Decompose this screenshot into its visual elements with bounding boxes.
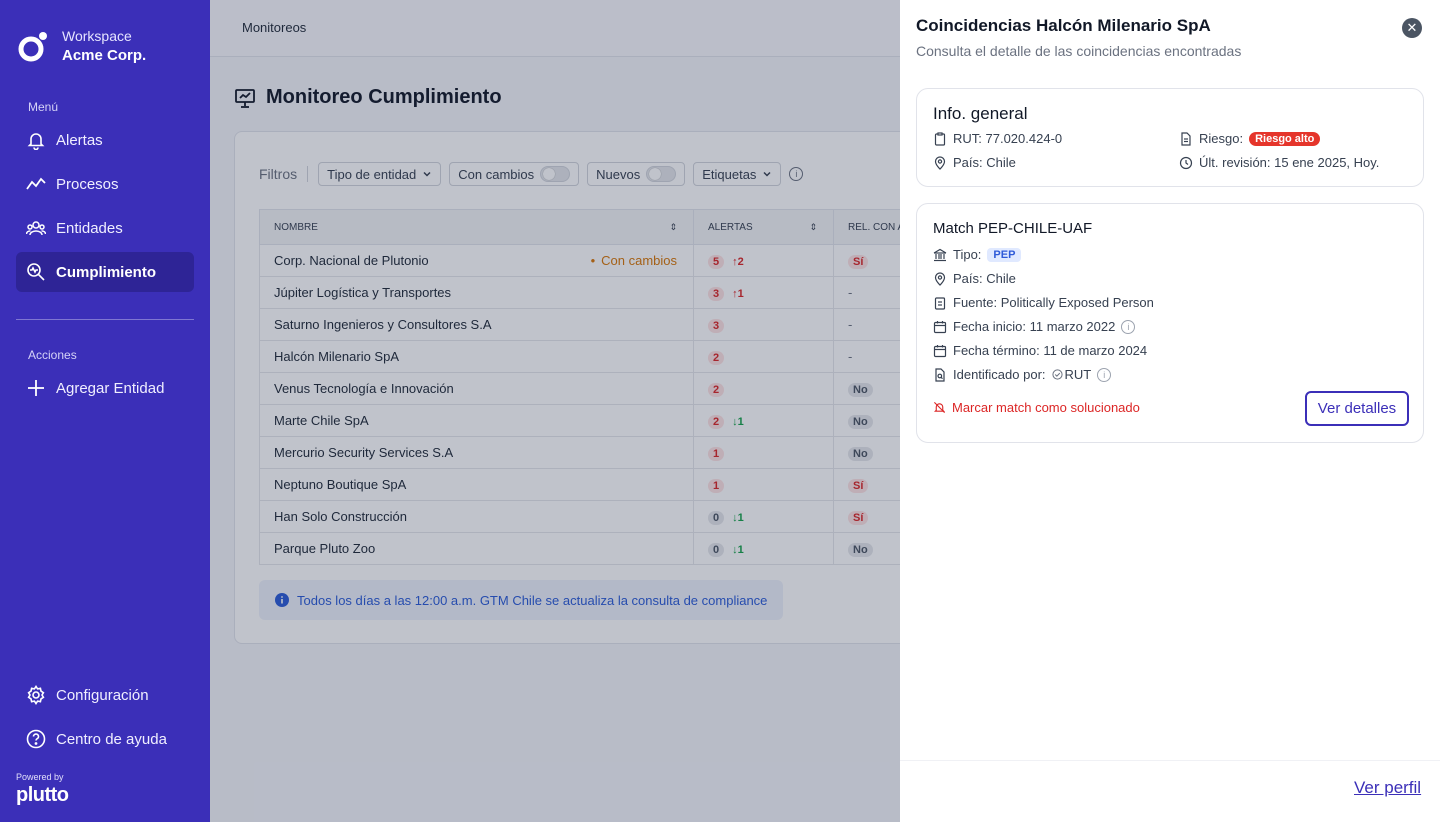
source-row: Fuente: Politically Exposed Person <box>933 295 1154 310</box>
panel-subtitle: Consulta el detalle de las coincidencias… <box>916 43 1242 59</box>
view-details-button[interactable]: Ver detalles <box>1305 391 1409 426</box>
end-date-text: Fecha término: 11 de marzo 2024 <box>953 343 1148 358</box>
plus-icon <box>28 380 44 396</box>
source-text: Fuente: Politically Exposed Person <box>953 295 1154 310</box>
document-search-icon <box>935 367 945 382</box>
help-icon <box>26 729 46 749</box>
matches-panel: Coincidencias Halcón Milenario SpA Consu… <box>900 0 1440 822</box>
menu-section-label: Menú <box>28 100 59 114</box>
identified-value: RUT <box>1064 367 1092 382</box>
bell-off-icon <box>933 401 946 414</box>
sidebar-item-alertas[interactable]: Alertas <box>16 120 194 160</box>
sidebar-item-entidades[interactable]: Entidades <box>16 208 194 248</box>
pep-badge: PEP <box>987 247 1022 262</box>
match-country-row: País: Chile <box>933 271 1016 286</box>
clock-icon <box>1179 156 1193 169</box>
start-date-row: Fecha inicio: 11 marzo 2022 i <box>933 319 1136 334</box>
config-label: Configuración <box>56 686 149 704</box>
sidebar-item-procesos[interactable]: Procesos <box>16 164 194 204</box>
add-entity-label: Agregar Entidad <box>56 379 165 397</box>
users-icon <box>26 221 46 236</box>
last-review-row: Últ. revisión: 15 ene 2025, Hoy. <box>1179 155 1379 170</box>
country-text: País: Chile <box>953 155 1016 170</box>
add-entity-button[interactable]: Agregar Entidad <box>16 368 194 408</box>
calendar-icon <box>933 320 947 333</box>
clipboard-icon <box>934 131 946 146</box>
type-label: Tipo: <box>953 247 982 262</box>
workspace-name: Acme Corp. <box>62 47 147 64</box>
rut-text: RUT: 77.020.424-0 <box>953 131 1063 146</box>
info-icon[interactable]: i <box>1097 367 1112 382</box>
sidebar-item-label: Entidades <box>56 219 123 237</box>
powered-by-label: Powered by <box>16 772 64 782</box>
gear-icon <box>27 685 45 705</box>
match-country-text: País: Chile <box>953 271 1016 286</box>
match-title: Match PEP-CHILE-UAF <box>933 220 1093 237</box>
end-date-row: Fecha término: 11 de marzo 2024 <box>933 343 1147 358</box>
sidebar-item-cumplimiento[interactable]: Cumplimiento <box>16 252 194 292</box>
brand-logo: plutto <box>16 784 69 806</box>
panel-footer-divider <box>900 760 1440 761</box>
clipboard-list-icon <box>934 296 946 310</box>
start-date-text: Fecha inicio: 11 marzo 2022 <box>953 319 1116 334</box>
view-profile-link[interactable]: Ver perfil <box>1354 778 1421 798</box>
risk-row: Riesgo: Riesgo alto <box>1179 131 1321 146</box>
type-row: Tipo: PEP <box>933 247 1022 262</box>
workspace-logo-icon <box>18 29 48 63</box>
mark-solved-button[interactable]: Marcar match como solucionado <box>933 400 1140 415</box>
panel-title: Coincidencias Halcón Milenario SpA <box>916 16 1211 35</box>
location-pin-icon <box>934 271 946 286</box>
sidebar: Workspace Acme Corp. Menú Alertas Proces… <box>0 0 210 822</box>
sidebar-item-help[interactable]: Centro de ayuda <box>16 719 194 759</box>
location-pin-icon <box>934 155 946 170</box>
help-label: Centro de ayuda <box>56 730 167 748</box>
last-review-text: Últ. revisión: 15 ene 2025, Hoy. <box>1199 155 1380 170</box>
country-row: País: Chile <box>933 155 1016 170</box>
sidebar-item-label: Alertas <box>56 131 103 149</box>
general-info-card: Info. general RUT: 77.020.424-0 País: Ch… <box>916 88 1424 187</box>
bell-icon <box>27 133 45 150</box>
close-icon[interactable]: ✕ <box>1402 18 1422 38</box>
sidebar-divider <box>16 319 194 320</box>
actions-section-label: Acciones <box>28 348 77 362</box>
info-icon[interactable]: i <box>1121 319 1136 334</box>
risk-badge: Riesgo alto <box>1249 131 1321 146</box>
general-info-title: Info. general <box>933 104 1028 123</box>
document-icon <box>1181 131 1191 146</box>
trend-icon <box>26 177 46 190</box>
workspace-label: Workspace <box>62 28 132 44</box>
match-card: Match PEP-CHILE-UAF Tipo: PEP País: Chil… <box>916 203 1424 443</box>
identified-row: Identificado por: RUT i <box>933 367 1112 382</box>
compliance-icon <box>27 263 45 281</box>
bank-icon <box>933 248 947 261</box>
identified-label: Identificado por: <box>953 367 1046 382</box>
workspace-switcher[interactable]: Workspace Acme Corp. <box>18 26 146 66</box>
check-circle-icon <box>1051 369 1063 380</box>
rut-row: RUT: 77.020.424-0 <box>933 131 1062 146</box>
sidebar-item-label: Procesos <box>56 175 119 193</box>
mark-solved-label: Marcar match como solucionado <box>952 400 1140 415</box>
sidebar-item-label: Cumplimiento <box>56 263 156 281</box>
calendar-icon <box>933 344 947 357</box>
risk-label: Riesgo: <box>1199 131 1244 146</box>
sidebar-item-configuracion[interactable]: Configuración <box>16 675 194 715</box>
